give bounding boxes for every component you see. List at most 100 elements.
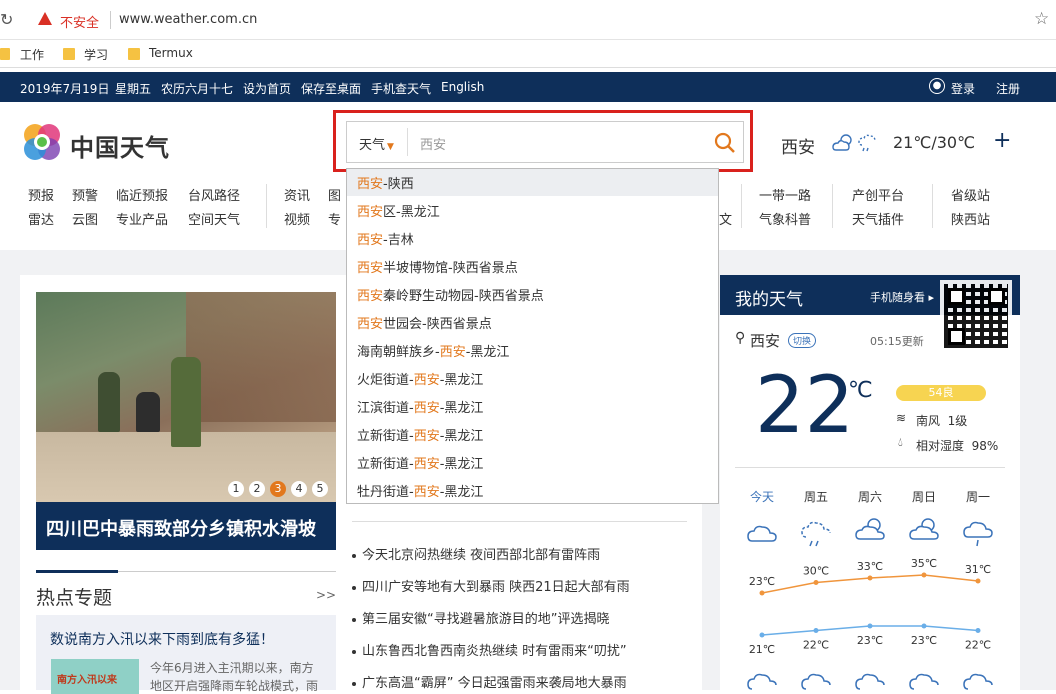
english-link[interactable]: English bbox=[441, 80, 484, 94]
forecast-day[interactable]: 周五 bbox=[796, 488, 836, 505]
nav-culture[interactable]: 文 bbox=[719, 209, 732, 228]
suggestion-item[interactable]: 西安世园会-陕西省景点 bbox=[357, 313, 492, 332]
nav-pro-products[interactable]: 专业产品 bbox=[116, 209, 168, 228]
nav-nowcast[interactable]: 临近预报 bbox=[116, 185, 168, 204]
date-text: 2019年7月19日 bbox=[20, 82, 110, 96]
url-field[interactable]: www.weather.com.cn bbox=[119, 12, 257, 27]
bullet-icon bbox=[352, 681, 356, 686]
suggestion-item[interactable]: 西安-吉林 bbox=[357, 229, 414, 248]
hot-more-link[interactable]: >> bbox=[316, 588, 336, 602]
nav-belt-road[interactable]: 一带一路 bbox=[759, 185, 811, 204]
set-home-link[interactable]: 设为首页 bbox=[243, 80, 291, 97]
page-dot-1[interactable]: 1 bbox=[228, 481, 244, 497]
switch-city-button[interactable]: 切换 bbox=[788, 333, 817, 348]
forecast-day[interactable]: 周日 bbox=[904, 488, 944, 505]
bookmark-study[interactable]: 学习 bbox=[84, 46, 108, 63]
bookmark-termux[interactable]: Termux bbox=[149, 46, 193, 60]
site-logo-text[interactable]: 中国天气 bbox=[70, 128, 170, 163]
mobile-follow-link[interactable]: 手机随身看 ▸ bbox=[870, 289, 934, 305]
site-logo-icon[interactable] bbox=[20, 120, 64, 164]
moon-cloud-icon bbox=[909, 673, 939, 690]
nav-science[interactable]: 气象科普 bbox=[759, 209, 811, 228]
page-dot-5[interactable]: 5 bbox=[312, 481, 328, 497]
suggestion-suffix: -黑龙江 bbox=[465, 345, 510, 360]
suggestion-item[interactable]: 火炬街道-西安-黑龙江 bbox=[357, 369, 483, 388]
nav-radar[interactable]: 雷达 bbox=[28, 209, 54, 228]
suggestion-item[interactable]: 西安区-黑龙江 bbox=[357, 201, 440, 220]
page-dot-2[interactable]: 2 bbox=[249, 481, 265, 497]
bookmark-star-icon[interactable]: ☆ bbox=[1034, 9, 1049, 29]
add-city-button[interactable]: + bbox=[993, 128, 1011, 153]
register-link[interactable]: 注册 bbox=[996, 80, 1020, 97]
hot-topics-title: 热点专题 bbox=[36, 587, 113, 609]
suggestion-item[interactable]: 江滨街道-西安-黑龙江 bbox=[357, 397, 483, 416]
header-city[interactable]: 西安 bbox=[781, 133, 815, 158]
bullet-icon bbox=[352, 553, 356, 558]
news-title: 四川广安等地有大到暴雨 陕西21日起大部有雨 bbox=[362, 580, 630, 595]
forecast-icons bbox=[747, 518, 993, 547]
moon-cloud-icon bbox=[801, 673, 831, 690]
search-icon[interactable] bbox=[714, 132, 736, 154]
nav-shaanxi[interactable]: 陕西站 bbox=[951, 209, 990, 228]
low-label: 21℃ bbox=[749, 643, 775, 656]
nav-provincial[interactable]: 省级站 bbox=[951, 185, 990, 204]
forecast-day[interactable]: 周一 bbox=[958, 488, 998, 505]
bookmarks-bar: 工作 学习 Termux bbox=[0, 40, 1056, 68]
nav-video[interactable]: 视频 bbox=[284, 209, 310, 228]
nav-warning[interactable]: 预警 bbox=[72, 185, 98, 204]
thumb-text: 南方入汛以来 bbox=[57, 675, 117, 686]
folder-icon bbox=[0, 48, 10, 60]
suggestion-item[interactable]: 牡丹街道-西安-黑龙江 bbox=[357, 481, 483, 500]
hot-topic-text-2: 地区开启强降雨车轮战模式，雨 bbox=[150, 679, 319, 693]
search-type-select[interactable]: 天气 ▼ bbox=[359, 134, 394, 153]
news-item-1[interactable]: 今天北京闷热继续 夜间西部北部有雷阵雨 bbox=[352, 544, 600, 563]
nav-special[interactable]: 专 bbox=[328, 209, 341, 228]
news-item-5[interactable]: 广东高温“霸屏” 今日起强雷雨来袭局地大暴雨 bbox=[352, 672, 627, 691]
news-item-2[interactable]: 四川广安等地有大到暴雨 陕西21日起大部有雨 bbox=[352, 576, 630, 595]
news-item-4[interactable]: 山东鲁西北鲁西南炎热继续 时有雷雨来“叨扰” bbox=[352, 640, 627, 659]
mobile-weather-link[interactable]: 手机查天气 bbox=[371, 80, 431, 97]
security-label[interactable]: 不安全 bbox=[60, 12, 99, 31]
nav-news[interactable]: 资讯 bbox=[284, 185, 310, 204]
hot-topic-thumbnail[interactable]: 南方入汛以来 bbox=[51, 659, 139, 694]
feature-slope bbox=[186, 292, 336, 422]
save-desktop-link[interactable]: 保存至桌面 bbox=[301, 80, 361, 97]
feature-caption-bar[interactable]: 四川巴中暴雨致部分乡镇积水滑坡 bbox=[36, 502, 336, 550]
nav-platform[interactable]: 产创平台 bbox=[852, 185, 904, 204]
nav-forecast[interactable]: 预报 bbox=[28, 185, 54, 204]
rain-icon bbox=[963, 521, 993, 547]
nav-space-weather[interactable]: 空间天气 bbox=[188, 209, 240, 228]
hot-topic-subtitle[interactable]: 数说南方入汛以来下雨到底有多猛！ bbox=[50, 629, 274, 649]
search-input[interactable]: 西安 bbox=[420, 134, 446, 153]
page-dot-4[interactable]: 4 bbox=[291, 481, 307, 497]
nav-plugin[interactable]: 天气插件 bbox=[852, 209, 904, 228]
page-dot-3-active[interactable]: 3 bbox=[270, 481, 286, 497]
high-label: 30℃ bbox=[803, 565, 829, 578]
forecast-day[interactable]: 周六 bbox=[850, 488, 890, 505]
moon-cloud-icon bbox=[855, 673, 885, 690]
suggestion-item[interactable]: 西安半坡博物馆-陕西省景点 bbox=[357, 257, 518, 276]
hot-topic-card[interactable]: 数说南方入汛以来下雨到底有多猛！ 南方入汛以来 今年6月进入主汛期以来，南方 地… bbox=[36, 615, 336, 694]
news-item-3[interactable]: 第三届安徽“寻找避暑旅游目的地”评选揭晓 bbox=[352, 608, 609, 627]
humidity-text: 相对湿度 98% bbox=[916, 439, 999, 453]
nav-cloud-map[interactable]: 云图 bbox=[72, 209, 98, 228]
feature-image[interactable] bbox=[36, 292, 336, 502]
news-title: 广东高温“霸屏” 今日起强雷雨来袭局地大暴雨 bbox=[362, 676, 627, 691]
high-temp-point bbox=[867, 575, 873, 581]
bullet-icon bbox=[352, 585, 356, 590]
suggestion-item[interactable]: 立新街道-西安-黑龙江 bbox=[357, 453, 483, 472]
forecast-day-today[interactable]: 今天 bbox=[742, 488, 782, 505]
suggestion-item[interactable]: 西安-陕西 bbox=[357, 173, 414, 192]
login-link[interactable]: 登录 bbox=[951, 80, 975, 97]
suggestion-item[interactable]: 西安秦岭野生动物园-陕西省景点 bbox=[357, 285, 544, 304]
reload-icon[interactable]: ↻ bbox=[0, 10, 14, 29]
bookmark-work[interactable]: 工作 bbox=[20, 46, 44, 63]
nav-images[interactable]: 图 bbox=[328, 185, 341, 204]
low-label: 22℃ bbox=[965, 639, 991, 652]
feature-person bbox=[136, 392, 160, 432]
suggestion-item[interactable]: 立新街道-西安-黑龙江 bbox=[357, 425, 483, 444]
nav-typhoon[interactable]: 台风路径 bbox=[188, 185, 240, 204]
suggestion-item[interactable]: 海南朝鲜族乡-西安-黑龙江 bbox=[357, 341, 509, 360]
aqi-badge[interactable]: 54良 bbox=[896, 385, 986, 401]
low-temp-point bbox=[813, 628, 819, 633]
